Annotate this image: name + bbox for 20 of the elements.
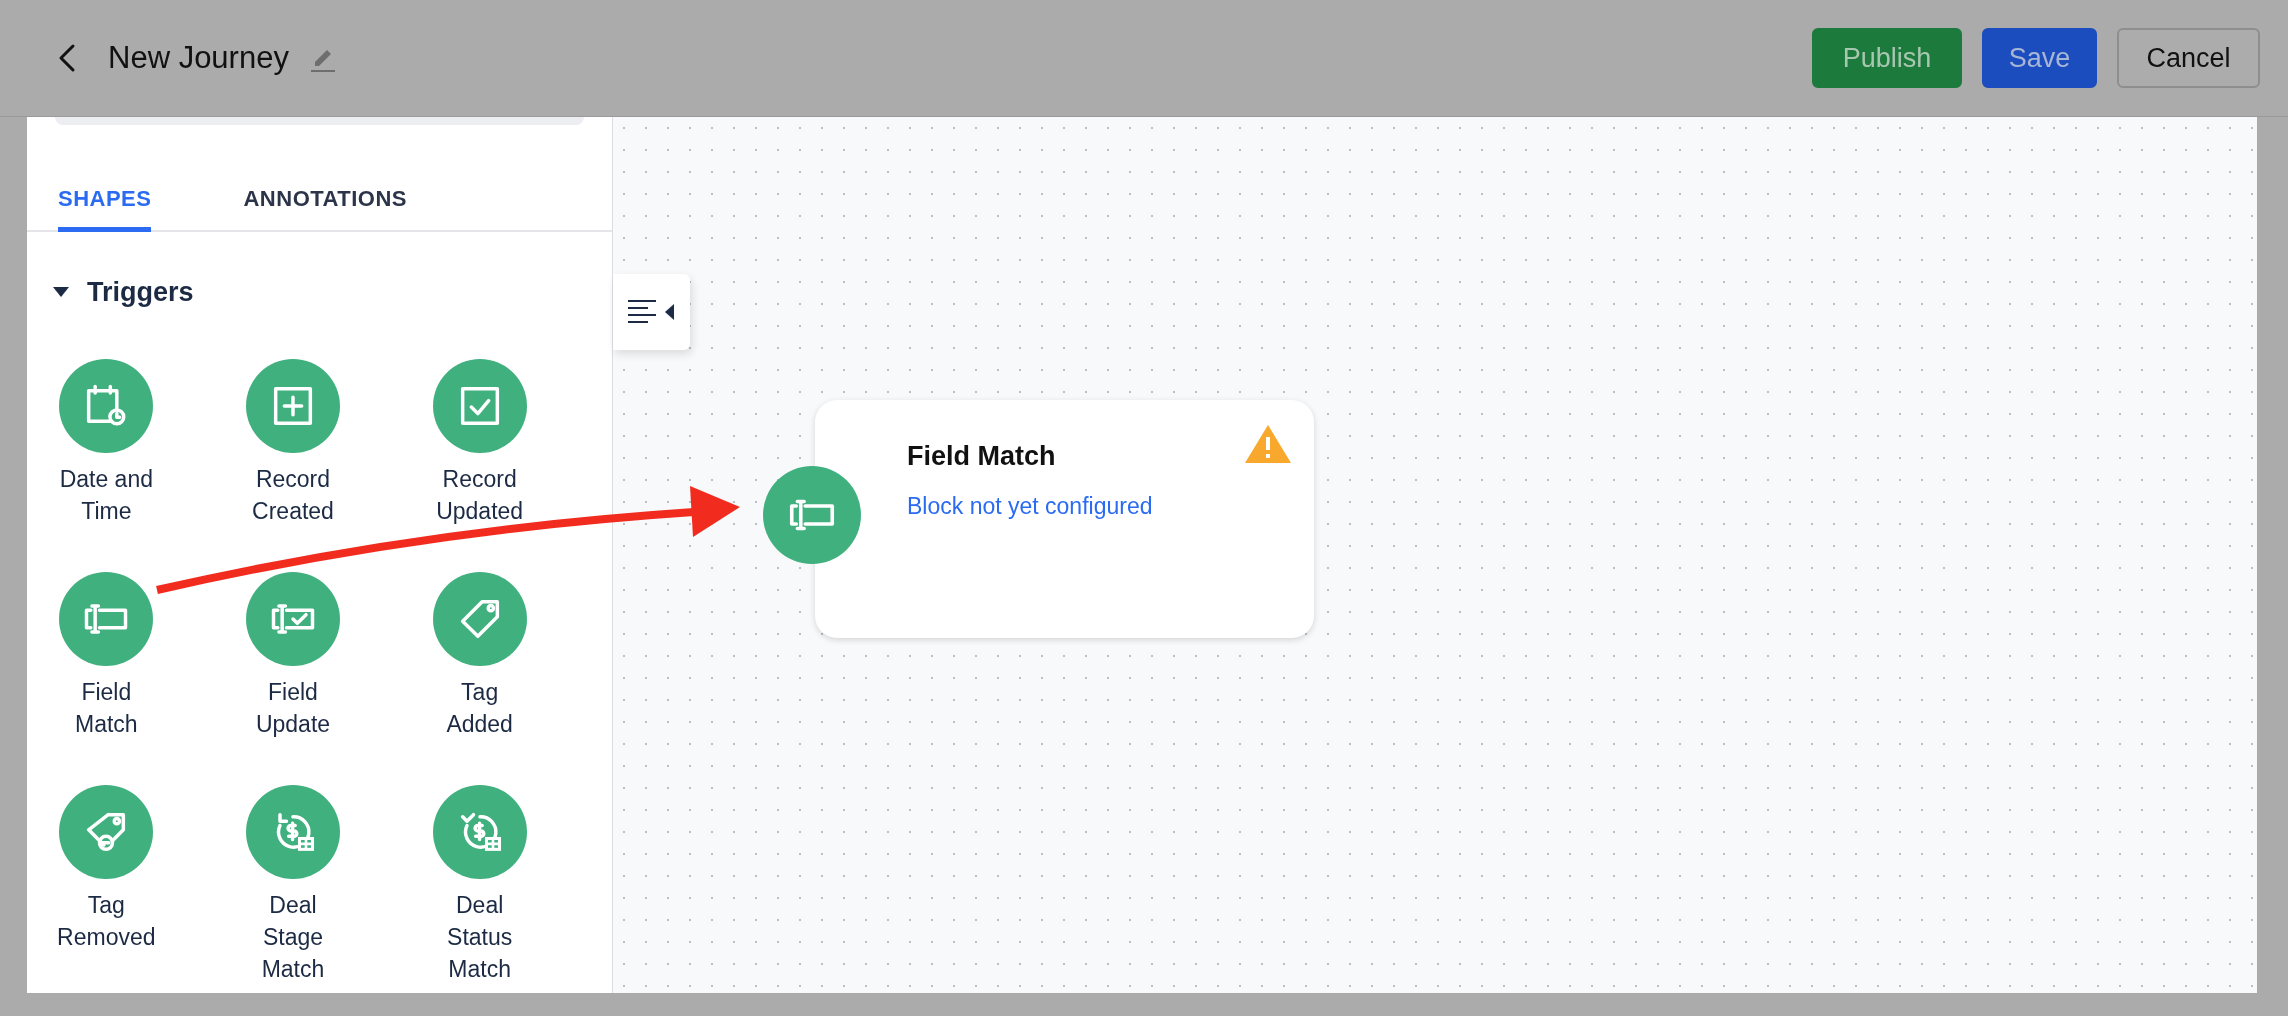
shape-label: Record Created	[252, 464, 334, 526]
shape-label: Deal Status Match	[447, 890, 513, 984]
collapse-panel-button[interactable]	[613, 274, 690, 350]
shape-label: Field Update	[255, 677, 331, 739]
shape-label: Tag Removed	[57, 890, 156, 952]
panel-tab[interactable]: SHAPES	[58, 182, 152, 232]
shape-label: Record Updated	[436, 464, 524, 526]
shape-label: Date and Time	[59, 464, 153, 526]
shape-label: Tag Added	[446, 677, 513, 739]
shape-label: Field Match	[75, 677, 138, 739]
panel-tab[interactable]: ANNOTATIONS	[243, 182, 408, 232]
node-status: Block not yet configured	[907, 491, 1153, 521]
chevron-left-icon	[57, 43, 77, 73]
node-card[interactable]: Field Match Block not yet configured	[815, 400, 1314, 638]
journey-title: New Journey	[108, 38, 289, 77]
node-title: Field Match	[907, 440, 1057, 473]
section-header[interactable]: Triggers	[53, 272, 194, 313]
cancel-button[interactable]: Cancel	[2117, 28, 2260, 88]
shape-label: Deal Stage Match	[261, 890, 325, 984]
save-button[interactable]: Save	[1982, 28, 2097, 88]
